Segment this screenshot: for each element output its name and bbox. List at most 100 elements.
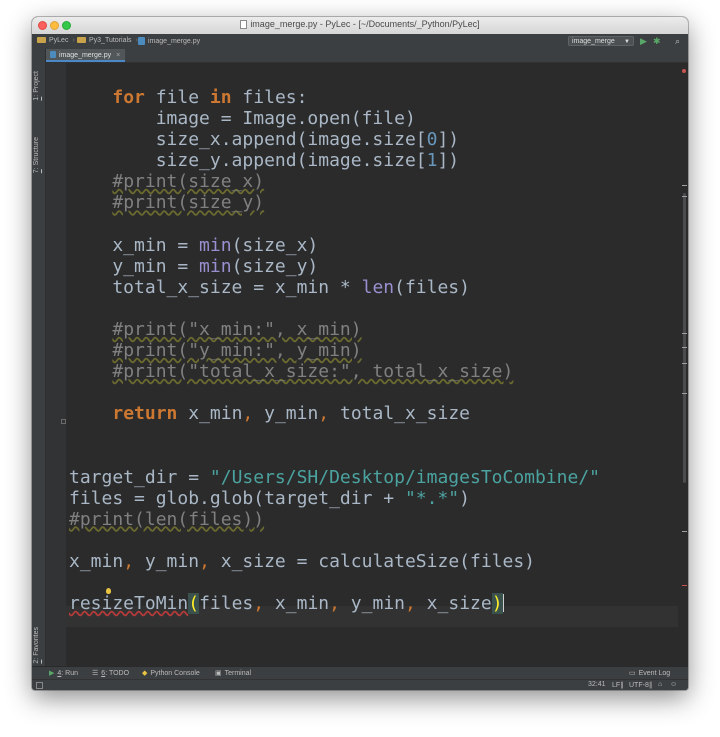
code-line[interactable]: return x_min, y_min, total_x_size bbox=[69, 403, 600, 424]
breadcrumb-folder[interactable]: Py3_Tutorials › bbox=[77, 37, 138, 44]
lock-icon[interactable]: ⌂ bbox=[658, 681, 662, 688]
stripe-mark[interactable] bbox=[682, 347, 687, 348]
code-token: , bbox=[123, 551, 135, 573]
editor-tab-bar: image_merge.py × bbox=[45, 49, 688, 63]
title-bar[interactable]: image_merge.py - PyLec - [~/Documents/_P… bbox=[32, 17, 688, 35]
code-line[interactable]: for file in files: bbox=[69, 87, 600, 108]
code-token: 1 bbox=[426, 150, 438, 172]
debug-icon[interactable]: ✱ bbox=[653, 36, 661, 46]
code-line[interactable]: target_dir = "/Users/SH/Desktop/imagesTo… bbox=[69, 467, 600, 488]
code-token: size_x.append(image.size[ bbox=[69, 129, 427, 151]
code-line[interactable]: #print("y_min:", y_min) bbox=[69, 340, 600, 361]
stripe-mark[interactable] bbox=[682, 185, 687, 186]
code-text[interactable]: for file in files: image = Image.open(fi… bbox=[69, 87, 600, 615]
run-configuration-select[interactable]: image_merge ▼ bbox=[568, 36, 634, 46]
vertical-scrollbar[interactable] bbox=[683, 193, 686, 483]
code-line[interactable]: resizeToMin(files, x_min, y_min, x_size) bbox=[69, 593, 600, 615]
code-line[interactable]: image = Image.open(file) bbox=[69, 108, 600, 129]
code-token: ) bbox=[491, 593, 503, 615]
line-separator[interactable]: LF∥ bbox=[612, 681, 624, 689]
code-token: x_min bbox=[177, 403, 243, 425]
hector-icon[interactable]: ☺ bbox=[670, 681, 677, 688]
close-tab-icon[interactable]: × bbox=[116, 52, 120, 59]
todo-tool-tab[interactable]: ☰ 6: TODO bbox=[92, 669, 129, 677]
inspection-status-icon[interactable] bbox=[682, 69, 686, 73]
code-line[interactable] bbox=[69, 446, 600, 467]
code-token: len bbox=[361, 276, 395, 298]
code-line[interactable]: total_x_size = x_min * len(files) bbox=[69, 277, 600, 298]
code-token: total_x_size bbox=[329, 403, 471, 425]
breadcrumb-file[interactable]: image_merge.py bbox=[138, 37, 200, 45]
stripe-mark[interactable] bbox=[682, 393, 687, 394]
code-token: (files) bbox=[394, 276, 470, 298]
code-token: for bbox=[112, 87, 145, 108]
code-token: files: bbox=[231, 87, 308, 108]
run-icon[interactable]: ▶ bbox=[640, 36, 647, 46]
code-line[interactable]: files = glob.glob(target_dir + "*.*") bbox=[69, 488, 600, 509]
code-line[interactable]: #print("x_min:", x_min) bbox=[69, 319, 600, 340]
favorites-tool-button[interactable]: 2: Favorites bbox=[33, 627, 40, 664]
code-token: #print("y_min:", y_min) bbox=[112, 340, 362, 362]
python-console-icon: ◆ bbox=[142, 670, 148, 677]
file-encoding[interactable]: UTF-8∥ bbox=[629, 681, 652, 689]
code-line[interactable]: #print(size_y) bbox=[69, 192, 600, 213]
code-token: in bbox=[209, 87, 232, 108]
code-token: files bbox=[199, 593, 254, 615]
code-line[interactable] bbox=[69, 214, 600, 235]
editor-gutter[interactable] bbox=[46, 63, 66, 666]
code-line[interactable]: #print(len(files)) bbox=[69, 509, 600, 530]
code-line[interactable]: #print("total_x_size:", total_x_size) bbox=[69, 361, 600, 382]
code-line[interactable]: x_min, y_min, x_size = calculateSize(fil… bbox=[69, 551, 600, 572]
project-tool-button[interactable]: 1: Project bbox=[33, 71, 40, 101]
tab-image-merge[interactable]: image_merge.py × bbox=[46, 49, 126, 62]
terminal-icon: ▣ bbox=[215, 670, 222, 677]
tool-windows-toggle-icon[interactable] bbox=[36, 682, 43, 689]
run-icon: ▶ bbox=[49, 670, 55, 677]
code-line[interactable]: x_min = min(size_x) bbox=[69, 235, 600, 256]
code-line[interactable]: size_x.append(image.size[0]) bbox=[69, 129, 600, 150]
search-icon[interactable]: ⌕ bbox=[675, 36, 680, 46]
code-token: , bbox=[199, 551, 210, 573]
code-token: (size_x) bbox=[231, 234, 319, 256]
code-token: , bbox=[405, 593, 416, 615]
code-line[interactable] bbox=[69, 425, 600, 446]
code-token: 0 bbox=[426, 129, 438, 151]
caret-position[interactable]: 32:41 bbox=[588, 681, 606, 688]
todo-icon: ☰ bbox=[92, 670, 99, 677]
code-token: x_min bbox=[264, 593, 330, 615]
code-line[interactable] bbox=[69, 572, 600, 593]
code-line[interactable]: size_y.append(image.size[1]) bbox=[69, 150, 600, 171]
stripe-mark[interactable] bbox=[682, 333, 687, 334]
code-token: , bbox=[242, 403, 254, 425]
python-console-tool-tab[interactable]: ◆ Python Console bbox=[142, 669, 200, 677]
ide-window: image_merge.py - PyLec - [~/Documents/_P… bbox=[32, 17, 688, 690]
code-token: y_min = bbox=[69, 255, 200, 277]
stripe-mark[interactable] bbox=[682, 196, 687, 197]
terminal-tool-tab[interactable]: ▣ Terminal bbox=[215, 669, 251, 677]
code-token: x_min bbox=[69, 551, 124, 573]
code-line[interactable] bbox=[69, 298, 600, 319]
code-token: y_min bbox=[134, 551, 200, 573]
code-token: "/Users/SH/Desktop/imagesToCombine/" bbox=[209, 466, 601, 488]
code-line[interactable] bbox=[69, 382, 600, 403]
stripe-mark[interactable] bbox=[682, 363, 687, 364]
code-line[interactable] bbox=[69, 530, 600, 551]
code-token: , bbox=[329, 593, 340, 615]
breadcrumb-project[interactable]: PyLec › bbox=[37, 37, 75, 44]
code-token: #print(size_y) bbox=[112, 192, 265, 214]
code-line[interactable]: y_min = min(size_y) bbox=[69, 256, 600, 277]
code-token: files = glob.glob(target_dir + bbox=[69, 487, 405, 509]
code-line[interactable]: #print(size_x) bbox=[69, 171, 600, 192]
left-tool-strip: 1: Project 7: Structure 2: Favorites bbox=[32, 49, 46, 666]
code-editor[interactable]: for file in files: image = Image.open(fi… bbox=[66, 63, 681, 666]
error-mark[interactable] bbox=[682, 585, 687, 586]
python-file-icon bbox=[50, 51, 56, 58]
event-log-tool-tab[interactable]: ▭ Event Log bbox=[629, 669, 670, 677]
structure-tool-button[interactable]: 7: Structure bbox=[33, 137, 40, 173]
stripe-mark[interactable] bbox=[682, 531, 687, 532]
run-tool-tab[interactable]: ▶ 4: Run bbox=[49, 669, 78, 677]
